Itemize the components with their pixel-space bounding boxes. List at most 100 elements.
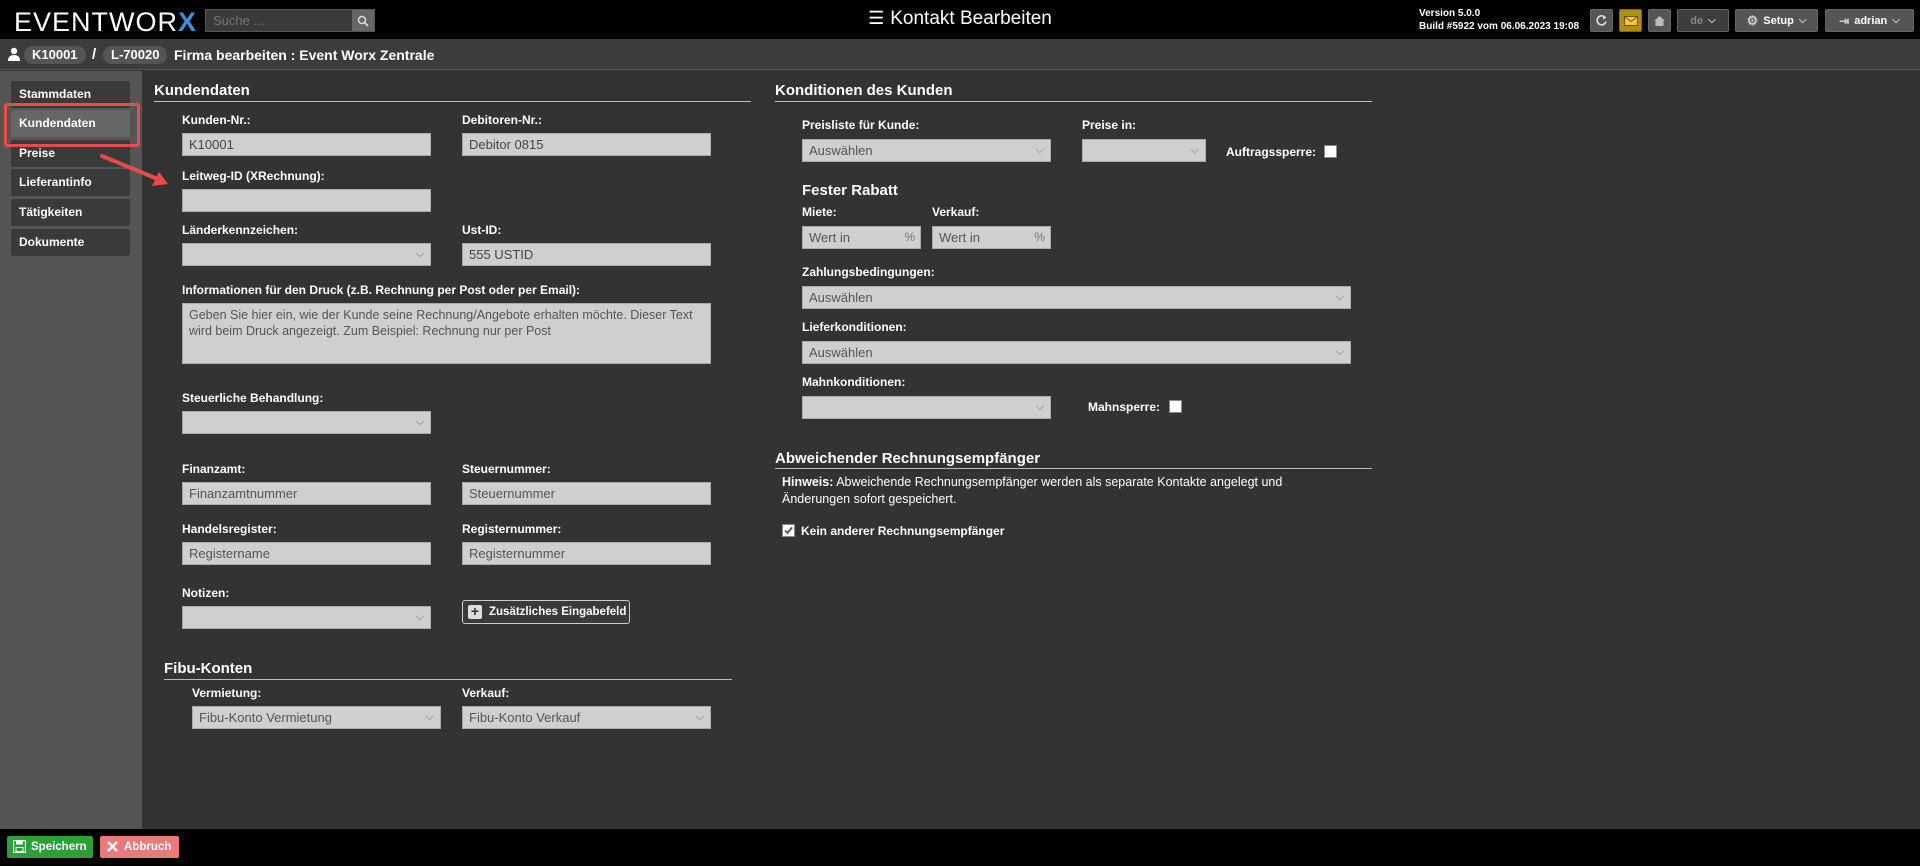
sidebar-item-taetigkeiten[interactable]: Tätigkeiten: [11, 199, 130, 226]
sidebar-item-dokumente[interactable]: Dokumente: [11, 229, 130, 256]
mahn-select[interactable]: ⌵: [802, 396, 1051, 419]
steuernummer-field[interactable]: Steuernummer: [462, 482, 711, 505]
notizen-label: Notizen:: [182, 586, 230, 600]
miete-label: Miete:: [802, 205, 837, 219]
leitweg-field[interactable]: [182, 189, 431, 212]
preisliste-value: Auswählen: [809, 143, 873, 158]
section-divider: [775, 468, 1372, 469]
version-info: Version 5.0.0 Build #5922 vom 06.06.2023…: [1419, 7, 1579, 33]
vermietung-value: Fibu-Konto Vermietung: [199, 710, 332, 725]
auftragssperre-checkbox[interactable]: [1324, 145, 1337, 158]
miete-field[interactable]: Wert in%: [802, 226, 921, 249]
section-title-abweichend: Abweichender Rechnungsempfänger: [775, 450, 1041, 467]
page-title-text: Kontakt Bearbeiten: [890, 8, 1052, 29]
liefer-label: Lieferkonditionen:: [802, 320, 907, 334]
sidebar-item-label: Lieferantinfo: [19, 175, 92, 189]
breadcrumb-title: Firma bearbeiten : Event Worx Zentrale: [174, 47, 435, 63]
handelsregister-label: Handelsregister:: [182, 522, 277, 536]
customer-id-badge[interactable]: K10001: [24, 46, 86, 64]
home-icon: [1654, 15, 1665, 26]
kunden-nr-value: K10001: [189, 137, 234, 152]
list-icon: ☰: [868, 8, 885, 28]
leitweg-label: Leitweg-ID (XRechnung):: [182, 169, 325, 183]
zahlung-label: Zahlungsbedingungen:: [802, 265, 935, 279]
chevron-down-icon: ⌵: [1708, 15, 1716, 26]
liefer-select[interactable]: Auswählen ⌵: [802, 341, 1351, 364]
save-button[interactable]: Speichern: [7, 836, 93, 858]
ustid-field[interactable]: 555 USTID: [462, 243, 711, 266]
sidebar-item-label: Stammdaten: [19, 87, 92, 101]
kein-empfaenger-checkbox[interactable]: [782, 524, 795, 537]
preisliste-label: Preisliste für Kunde:: [802, 118, 920, 132]
mail-icon: [1623, 15, 1638, 26]
sidebar-item-label: Dokumente: [19, 235, 85, 249]
kunden-nr-field[interactable]: K10001: [182, 133, 431, 156]
language-select[interactable]: de ⌵: [1677, 9, 1729, 32]
steuernummer-placeholder: Steuernummer: [469, 486, 555, 501]
percent-label: %: [1034, 230, 1045, 244]
liefer-value: Auswählen: [809, 345, 873, 360]
rabatt-verkauf-placeholder: Wert in: [939, 230, 980, 245]
chevron-down-icon: ⌵: [1035, 144, 1044, 156]
supplier-id-badge[interactable]: L-70020: [103, 46, 168, 64]
gear-icon: ⚙: [1746, 12, 1759, 28]
preisliste-select[interactable]: Auswählen ⌵: [802, 139, 1051, 162]
laender-label: Länderkennzeichen:: [182, 223, 299, 237]
steuer-label: Steuerliche Behandlung:: [182, 391, 324, 405]
ustid-label: Ust-ID:: [462, 223, 502, 237]
preise-in-label: Preise in:: [1082, 118, 1137, 132]
sidebar-item-label: Tätigkeiten: [19, 205, 83, 219]
mahnsperre-checkbox[interactable]: [1169, 400, 1182, 413]
section-title-konditionen: Konditionen des Kunden: [775, 82, 953, 99]
verkauf-select[interactable]: Fibu-Konto Verkauf ⌵: [462, 706, 711, 729]
debitoren-nr-field[interactable]: Debitor 0815: [462, 133, 711, 156]
hint-bold: Hinweis:: [782, 475, 834, 489]
verkauf-label: Verkauf:: [462, 686, 510, 700]
rabatt-title: Fester Rabatt: [802, 182, 898, 199]
plus-icon: +: [468, 604, 482, 619]
cancel-button[interactable]: Abbruch: [100, 836, 179, 858]
chevron-down-icon: ⌵: [415, 611, 424, 623]
version-number: Version 5.0.0: [1419, 8, 1481, 19]
registernummer-field[interactable]: Registernummer: [462, 542, 711, 565]
debitoren-nr-value: Debitor 0815: [469, 137, 544, 152]
home-button[interactable]: [1648, 9, 1671, 32]
build-info: Build #5922 vom 06.06.2023 19:08: [1419, 21, 1580, 32]
rabatt-verkauf-label: Verkauf:: [932, 205, 980, 219]
language-label: de: [1690, 14, 1704, 27]
rabatt-verkauf-field[interactable]: Wert in%: [932, 226, 1051, 249]
setup-label: Setup: [1763, 14, 1794, 27]
zahlung-value: Auswählen: [809, 290, 873, 305]
section-divider: [775, 101, 1372, 102]
registernummer-label: Registernummer:: [462, 522, 562, 536]
zahlung-select[interactable]: Auswählen ⌵: [802, 286, 1351, 309]
notizen-select[interactable]: ⌵: [182, 606, 431, 629]
user-menu[interactable]: ⇥ adrian ⌵: [1825, 9, 1914, 32]
section-title-kundendaten: Kundendaten: [154, 82, 250, 99]
highlight-annotation: [4, 103, 140, 147]
finanzamt-label: Finanzamt:: [182, 462, 246, 476]
preise-in-select[interactable]: ⌵: [1082, 139, 1206, 162]
breadcrumb-separator: /: [92, 46, 97, 63]
add-field-button[interactable]: + Zusätzliches Eingabefeld: [462, 600, 630, 624]
handelsregister-field[interactable]: Registername: [182, 542, 431, 565]
mail-button[interactable]: [1619, 9, 1642, 32]
finanzamt-field[interactable]: Finanzamtnummer: [182, 482, 431, 505]
druck-info-placeholder: Geben Sie hier ein, wie der Kunde seine …: [189, 308, 693, 338]
breadcrumb: K10001 / L-70020 Firma bearbeiten : Even…: [0, 39, 1920, 70]
steuer-select[interactable]: ⌵: [182, 411, 431, 434]
section-title-fibu: Fibu-Konten: [164, 660, 253, 677]
laender-select[interactable]: ⌵: [182, 243, 431, 266]
druck-info-textarea[interactable]: Geben Sie hier ein, wie der Kunde seine …: [182, 303, 711, 364]
top-bar: EVENTWORX ☰Kontakt Bearbeiten Version 5.…: [0, 0, 1920, 39]
druck-info-label: Informationen für den Druck (z.B. Rechnu…: [182, 283, 581, 297]
chevron-down-icon: ⌵: [415, 248, 424, 260]
finanzamt-placeholder: Finanzamtnummer: [189, 486, 298, 501]
chevron-down-icon: ⌵: [425, 711, 434, 723]
refresh-button[interactable]: [1590, 9, 1613, 32]
cancel-label: Abbruch: [124, 841, 172, 853]
vermietung-select[interactable]: Fibu-Konto Vermietung ⌵: [192, 706, 441, 729]
chevron-down-icon: ⌵: [1335, 346, 1344, 358]
refresh-icon: [1596, 15, 1607, 26]
setup-menu[interactable]: ⚙ Setup ⌵: [1735, 9, 1818, 32]
